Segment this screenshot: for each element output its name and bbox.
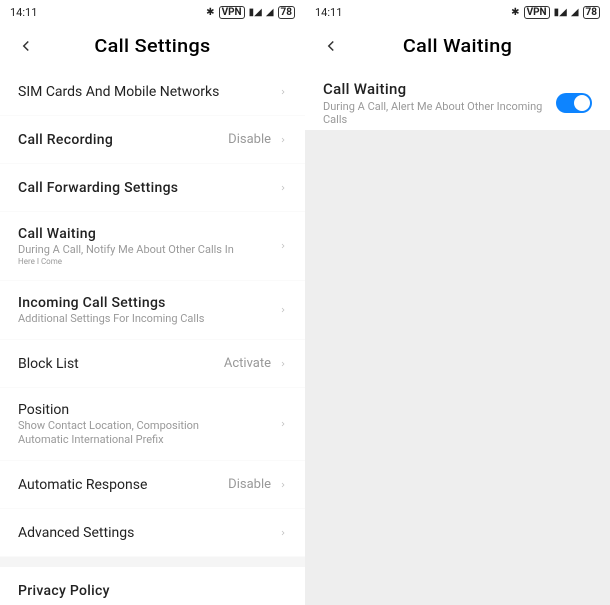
row-label: Privacy Policy [18, 583, 287, 599]
row-sublabel: Additional Settings For Incoming Calls [18, 312, 279, 325]
chevron-right-icon [279, 134, 287, 146]
row-sublabel2: Automatic International Prefix [18, 433, 279, 446]
bluetooth-icon: ✱ [511, 7, 519, 18]
chevron-right-icon [279, 182, 287, 194]
page-title: Call Waiting [307, 36, 607, 57]
status-indicators: ✱ VPN ▮◢ ◢ 78 [511, 6, 600, 19]
row-label: Call Forwarding Settings [18, 180, 279, 196]
row-position[interactable]: Position Show Contact Location, Composit… [0, 388, 305, 461]
signal-icon: ▮◢ [554, 7, 567, 18]
page-title: Call Settings [2, 36, 302, 57]
row-call-waiting[interactable]: Call Waiting During A Call, Notify Me Ab… [0, 212, 305, 281]
call-waiting-screen: 14:11 ✱ VPN ▮◢ ◢ 78 Call Waiting Call Wa… [305, 0, 610, 605]
row-label: Automatic Response [18, 477, 228, 493]
row-sublabel: During A Call, Alert Me About Other Inco… [323, 100, 556, 126]
row-label: Call Recording [18, 132, 228, 148]
row-automatic-response[interactable]: Automatic Response Disable [0, 461, 305, 509]
chevron-right-icon [279, 86, 287, 98]
row-label: Call Waiting [18, 226, 279, 242]
row-block-list[interactable]: Block List Activate [0, 340, 305, 388]
status-time: 14:11 [315, 6, 511, 19]
vpn-icon: VPN [219, 6, 245, 19]
status-bar: 14:11 ✱ VPN ▮◢ ◢ 78 [305, 0, 610, 24]
chevron-right-icon [279, 418, 287, 430]
settings-list: SIM Cards And Mobile Networks Call Recor… [0, 68, 305, 605]
vpn-icon: VPN [524, 6, 550, 19]
chevron-right-icon [279, 240, 287, 252]
status-time: 14:11 [10, 6, 206, 19]
row-incoming-settings[interactable]: Incoming Call Settings Additional Settin… [0, 281, 305, 340]
row-sim-networks[interactable]: SIM Cards And Mobile Networks [0, 68, 305, 116]
row-label: SIM Cards And Mobile Networks [18, 84, 279, 100]
chevron-right-icon [279, 527, 287, 539]
wifi-icon: ◢ [266, 7, 274, 18]
row-label: Incoming Call Settings [18, 295, 279, 311]
row-call-recording[interactable]: Call Recording Disable [0, 116, 305, 164]
header: Call Waiting [305, 24, 610, 68]
row-advanced-settings[interactable]: Advanced Settings [0, 509, 305, 557]
row-label: Block List [18, 356, 224, 372]
section-divider [0, 557, 305, 567]
empty-area [305, 130, 610, 605]
row-value: Activate [224, 356, 271, 371]
call-waiting-toggle[interactable] [556, 93, 592, 113]
signal-icon: ▮◢ [249, 7, 262, 18]
chevron-right-icon [279, 479, 287, 491]
status-bar: 14:11 ✱ VPN ▮◢ ◢ 78 [0, 0, 305, 24]
row-privacy-policy[interactable]: Privacy Policy [0, 567, 305, 605]
chevron-right-icon [279, 358, 287, 370]
row-sublabel: During A Call, Notify Me About Other Cal… [18, 243, 279, 256]
call-settings-screen: 14:11 ✱ VPN ▮◢ ◢ 78 Call Settings SIM Ca… [0, 0, 305, 605]
row-sublabel: Show Contact Location, Composition [18, 419, 279, 432]
row-call-waiting-toggle[interactable]: Call Waiting During A Call, Alert Me Abo… [305, 68, 610, 138]
battery-icon: 78 [278, 6, 295, 19]
header: Call Settings [0, 24, 305, 68]
chevron-right-icon [279, 304, 287, 316]
row-label: Advanced Settings [18, 525, 279, 541]
row-value: Disable [228, 132, 271, 147]
battery-icon: 78 [583, 6, 600, 19]
bluetooth-icon: ✱ [206, 7, 214, 18]
row-call-forwarding[interactable]: Call Forwarding Settings [0, 164, 305, 212]
wifi-icon: ◢ [571, 7, 579, 18]
row-label: Call Waiting [323, 80, 556, 98]
row-label: Position [18, 402, 279, 418]
row-value: Disable [228, 477, 271, 492]
row-sublabel2: Here I Come [18, 257, 279, 266]
status-indicators: ✱ VPN ▮◢ ◢ 78 [206, 6, 295, 19]
